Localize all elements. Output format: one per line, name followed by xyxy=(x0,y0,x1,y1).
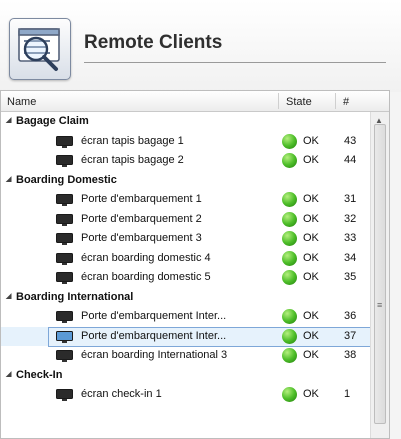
collapse-triangle-icon[interactable]: ◢ xyxy=(6,370,11,378)
client-row[interactable]: Porte d'embarquement 1 OK 31 xyxy=(1,190,371,210)
monitor-icon xyxy=(56,194,73,206)
vertical-scrollbar[interactable]: ▲ ≡ xyxy=(370,112,389,438)
group-row[interactable]: ◢ Boarding Domestic xyxy=(1,171,371,191)
monitor-icon xyxy=(56,389,73,401)
monitor-icon xyxy=(56,350,73,362)
status-ok-icon xyxy=(282,270,297,285)
client-name: écran boarding domestic 4 xyxy=(81,251,211,264)
client-state: OK xyxy=(303,193,319,205)
client-number: 36 xyxy=(344,310,357,322)
monitor-icon xyxy=(56,213,73,226)
group-row[interactable]: ◢ Boarding International xyxy=(1,288,371,308)
monitor-icon xyxy=(56,135,73,148)
client-number: 1 xyxy=(344,388,351,400)
client-row[interactable]: écran tapis bagage 2 OK 44 xyxy=(1,151,371,171)
status-ok-icon xyxy=(282,250,297,266)
status-ok-icon xyxy=(282,192,297,207)
monitor-icon xyxy=(56,311,73,323)
client-number: 33 xyxy=(344,232,357,244)
monitor-icon xyxy=(56,155,73,167)
client-name: Porte d'embarquement 3 xyxy=(81,232,202,244)
client-state: OK xyxy=(303,349,319,361)
client-number: 38 xyxy=(344,349,357,361)
client-row[interactable]: Porte d'embarquement 2 OK 32 xyxy=(1,210,371,230)
client-row[interactable]: Porte d'embarquement 3 OK 33 xyxy=(1,229,371,249)
scrollbar-thumb[interactable]: ≡ xyxy=(374,124,386,424)
client-number: 43 xyxy=(344,134,357,147)
collapse-triangle-icon[interactable]: ◢ xyxy=(6,175,11,183)
monitor-icon xyxy=(56,233,73,245)
client-number: 31 xyxy=(344,193,357,205)
group-label: Boarding International xyxy=(16,290,134,303)
column-separator[interactable] xyxy=(278,93,279,109)
status-ok-icon xyxy=(282,348,297,363)
title-divider xyxy=(84,62,386,63)
group-label: Check-In xyxy=(16,368,63,381)
client-number: 34 xyxy=(344,251,357,264)
client-row[interactable]: Porte d'embarquement Inter... OK 36 xyxy=(1,307,371,327)
remote-clients-icon xyxy=(9,18,71,80)
status-ok-icon xyxy=(282,231,297,246)
client-name: écran tapis bagage 2 xyxy=(81,154,184,166)
status-ok-icon xyxy=(282,309,297,324)
client-name: Porte d'embarquement 2 xyxy=(81,212,202,225)
client-name: Porte d'embarquement Inter... xyxy=(81,329,227,342)
group-label: Boarding Domestic xyxy=(16,173,117,186)
client-row[interactable]: écran boarding domestic 5 OK 35 xyxy=(1,268,371,288)
client-state: OK xyxy=(303,134,319,147)
group-label: Bagage Claim xyxy=(16,115,89,127)
client-number: 37 xyxy=(344,329,357,342)
scroll-grip-icon: ≡ xyxy=(377,300,383,310)
collapse-triangle-icon[interactable]: ◢ xyxy=(6,292,11,300)
client-state: OK xyxy=(303,329,319,342)
monitor-icon xyxy=(56,330,73,343)
client-name: Porte d'embarquement Inter... xyxy=(81,310,227,322)
collapse-triangle-icon[interactable]: ◢ xyxy=(6,116,11,124)
header: Remote Clients xyxy=(0,0,401,92)
column-separator[interactable] xyxy=(335,93,336,109)
client-state: OK xyxy=(303,232,319,244)
column-header-number[interactable]: # xyxy=(343,96,349,108)
client-row[interactable]: Porte d'embarquement Inter... OK 37 xyxy=(1,326,371,346)
client-row[interactable]: écran boarding International 3 OK 38 xyxy=(1,346,371,366)
monitor-icon xyxy=(56,272,73,284)
tree-rows: ◢ Bagage Claim écran tapis bagage 1 OK 43 écr… xyxy=(1,112,371,405)
client-state: OK xyxy=(303,212,319,225)
status-ok-icon xyxy=(282,387,297,402)
column-header-state[interactable]: State xyxy=(286,96,312,108)
status-ok-icon xyxy=(282,328,297,344)
client-state: OK xyxy=(303,310,319,322)
group-row[interactable]: ◢ Check-In xyxy=(1,366,371,386)
client-number: 32 xyxy=(344,212,357,225)
client-number: 35 xyxy=(344,271,357,283)
client-name: écran boarding International 3 xyxy=(81,349,228,361)
group-row[interactable]: ◢ Bagage Claim xyxy=(1,112,371,132)
status-ok-icon xyxy=(282,133,297,149)
client-row[interactable]: écran tapis bagage 1 OK 43 xyxy=(1,132,371,152)
status-ok-icon xyxy=(282,153,297,168)
client-name: écran tapis bagage 1 xyxy=(81,134,184,147)
client-state: OK xyxy=(303,271,319,283)
client-state: OK xyxy=(303,251,319,264)
client-state: OK xyxy=(303,388,319,400)
client-row[interactable]: écran boarding domestic 4 OK 34 xyxy=(1,249,371,269)
client-state: OK xyxy=(303,154,319,166)
client-row[interactable]: écran check-in 1 OK 1 xyxy=(1,385,371,405)
status-ok-icon xyxy=(282,211,297,227)
client-name: Porte d'embarquement 1 xyxy=(81,193,202,205)
client-number: 44 xyxy=(344,154,357,166)
column-header: Name State # xyxy=(1,91,389,112)
monitor-icon xyxy=(56,252,73,265)
client-name: écran check-in 1 xyxy=(81,388,162,400)
column-header-name[interactable]: Name xyxy=(7,96,36,108)
client-name: écran boarding domestic 5 xyxy=(81,271,211,283)
app-title: Remote Clients xyxy=(84,32,223,53)
clients-tree-panel: Name State # ◢ Bagage Claim écran tapis ba… xyxy=(0,90,390,439)
